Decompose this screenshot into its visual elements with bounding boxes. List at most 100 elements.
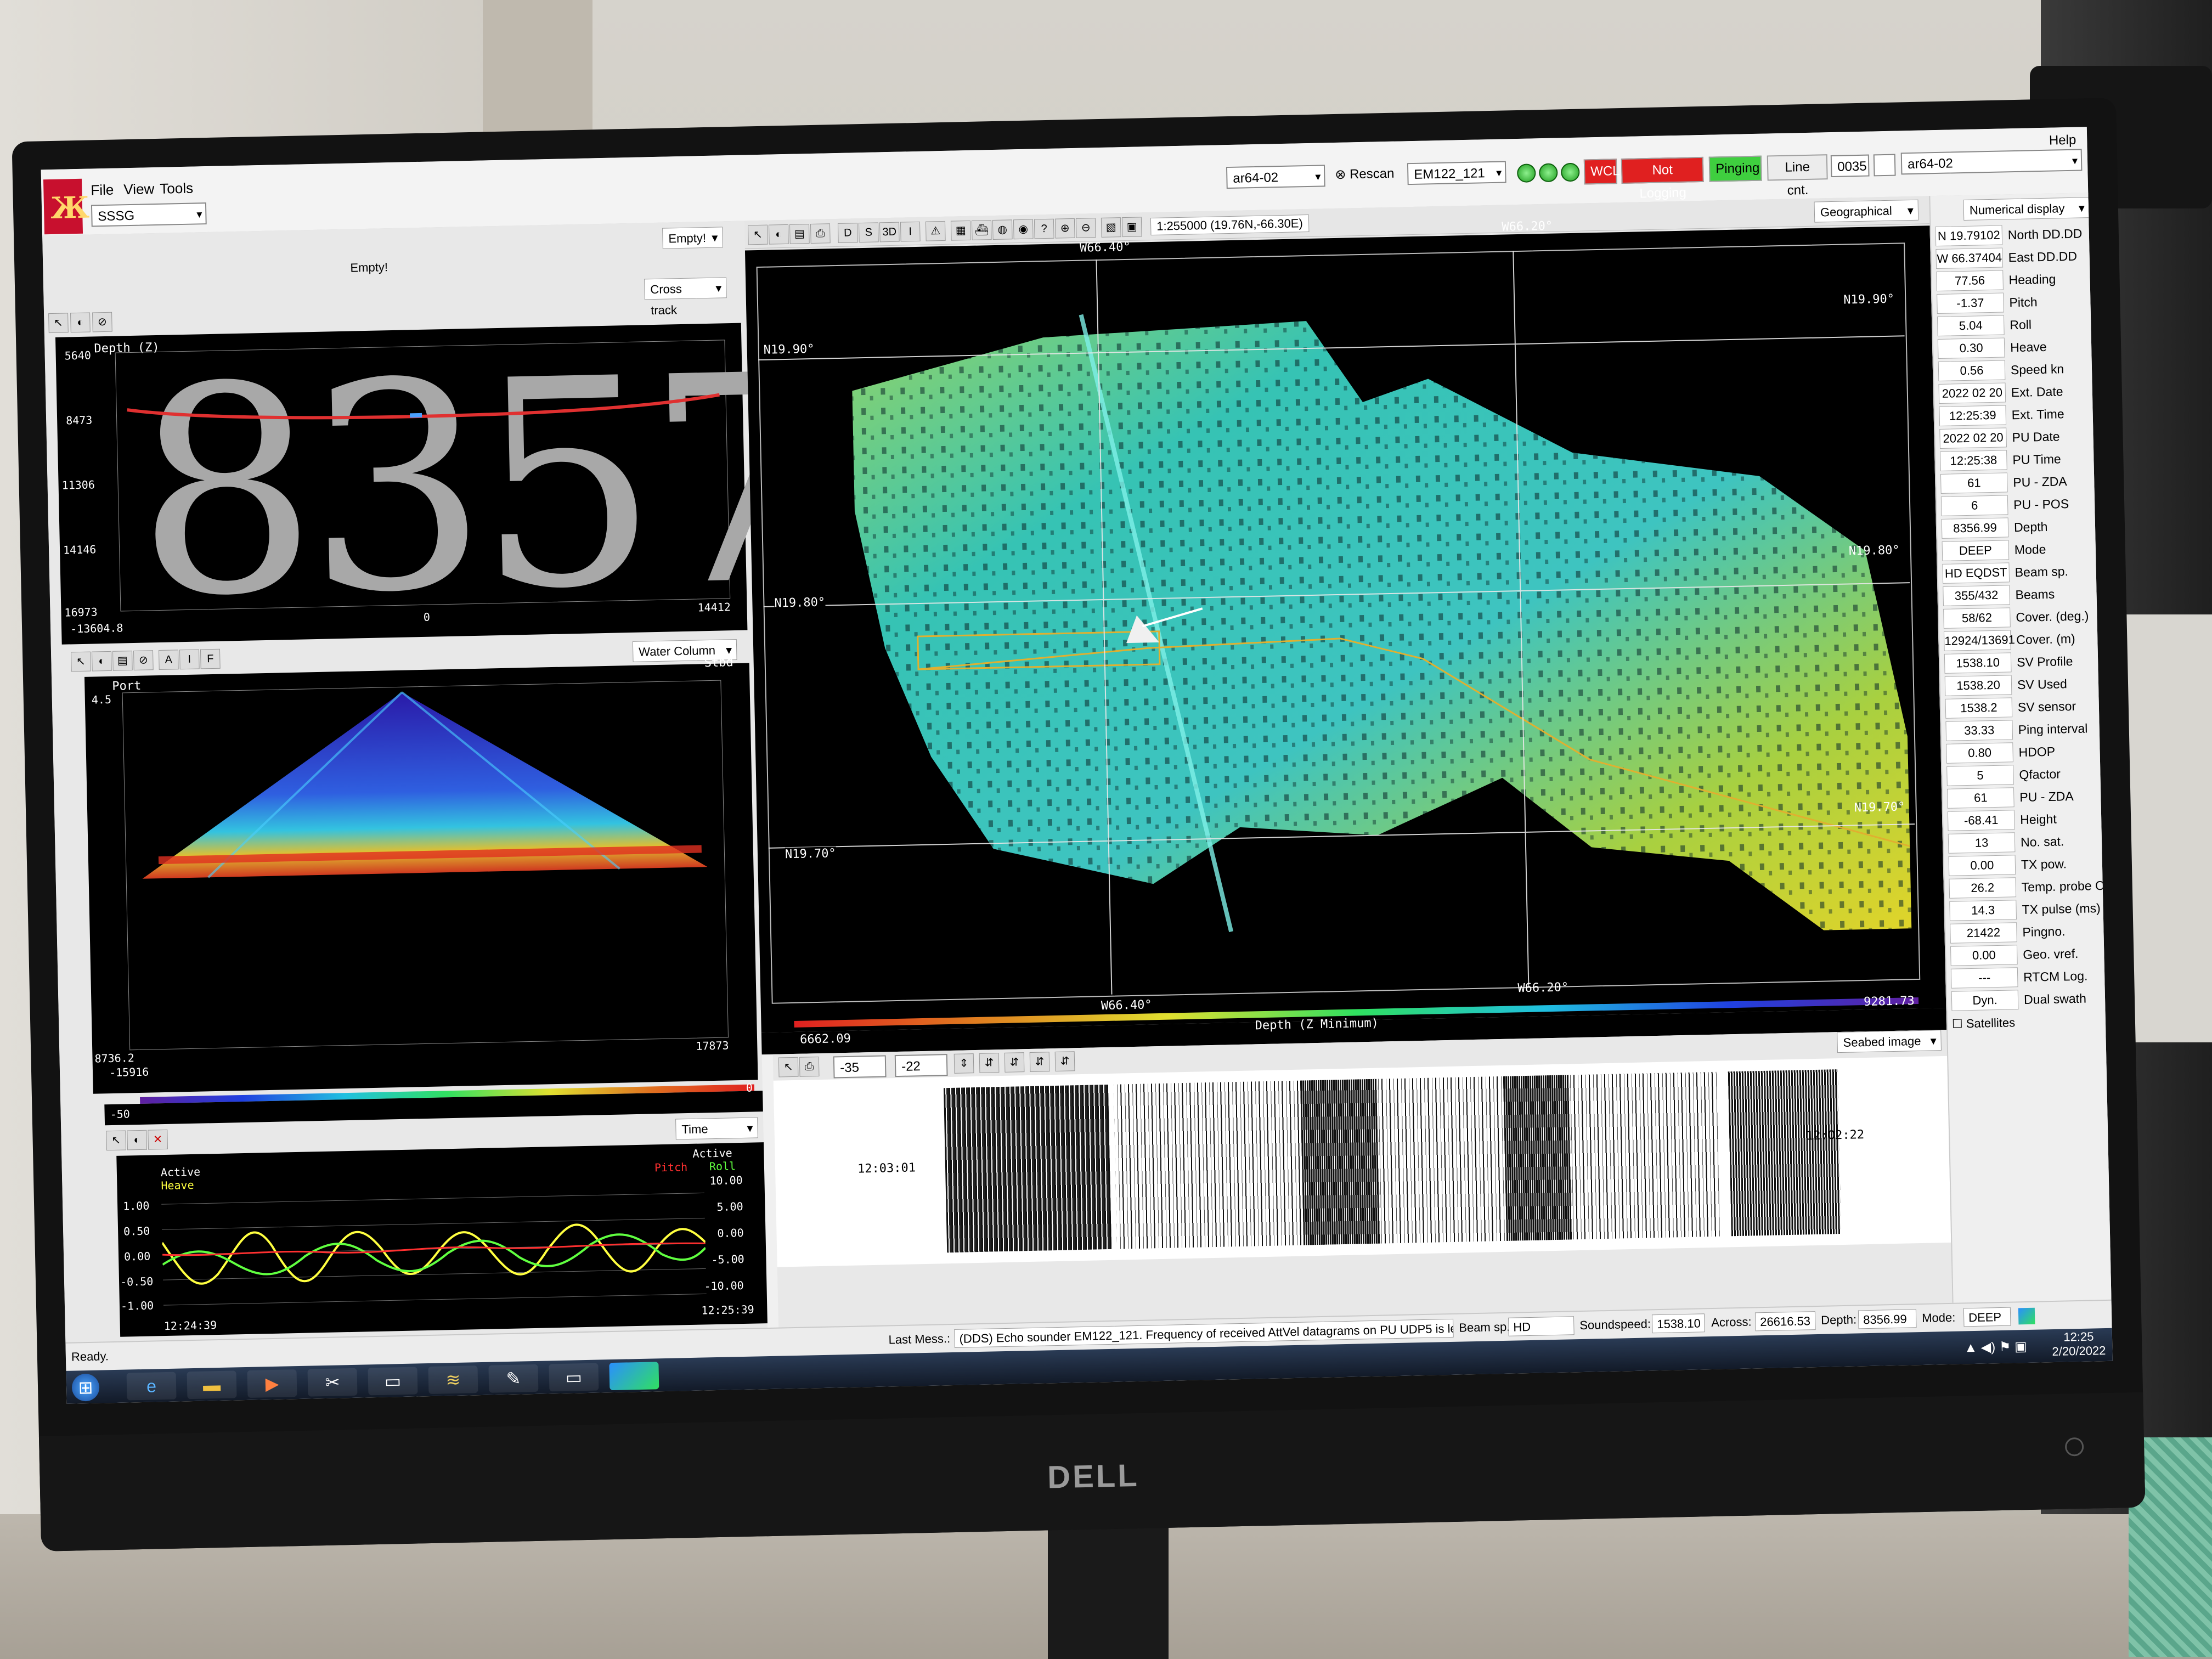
view-s-button[interactable]: S	[858, 222, 879, 243]
view-d-button[interactable]: D	[837, 223, 858, 243]
numerical-row: 355/432Beams▾	[1943, 582, 2113, 609]
menu-view[interactable]: View	[123, 180, 155, 198]
select-tool-icon[interactable]: ↖	[747, 224, 768, 245]
window-app-icon[interactable]: ▭	[368, 1367, 418, 1396]
dell-logo: DELL	[1047, 1457, 1140, 1496]
arrows-1-icon[interactable]: ⇵	[979, 1053, 1000, 1073]
numerical-row: 26.2Temp. probe C▾	[1949, 874, 2112, 901]
file-explorer-icon[interactable]: ▬	[187, 1370, 237, 1400]
sis-app-icon[interactable]: ≋	[428, 1365, 478, 1395]
zoom-out-icon[interactable]: ⊖	[1075, 218, 1096, 238]
layer-toggle-icon[interactable]: ▧	[1101, 217, 1121, 238]
clear-tool-icon[interactable]: ⊘	[133, 650, 154, 671]
seabed-image-dropdown[interactable]: Seabed image	[1837, 1030, 1942, 1053]
view-i-button[interactable]: I	[900, 221, 921, 242]
print-tool-icon[interactable]: ⎙	[810, 223, 831, 244]
numerical-label: Ping interval	[2018, 721, 2088, 737]
map-app-icon[interactable]	[609, 1362, 659, 1391]
seabed-stripe	[1503, 1075, 1573, 1241]
paint-icon[interactable]: ✎	[488, 1364, 539, 1393]
seabed-spin-2[interactable]: -22	[894, 1054, 948, 1077]
zoom-in-icon[interactable]: ⊕	[1054, 218, 1075, 239]
select-tool-icon[interactable]: ↖	[71, 651, 91, 672]
wcl-button[interactable]: WCL	[1583, 159, 1620, 185]
seabed-spin-1[interactable]: -35	[833, 1055, 887, 1079]
numerical-row: 77.56Heading▾	[1936, 267, 2113, 294]
system-select[interactable]: ar64-02 ▾	[1226, 165, 1325, 189]
arrows-3-icon[interactable]: ⇵	[1029, 1052, 1050, 1072]
numerical-value: 0.00	[1950, 945, 2018, 966]
help-tool-icon[interactable]: ?	[1034, 218, 1054, 239]
depth-profile-panel: Depth (Z) 8357 5640 8473 11306 14146 169…	[55, 313, 821, 660]
tray-icons[interactable]: ▲ ◀) ⚑ ▣	[1964, 1339, 2027, 1356]
numerical-label: Roll	[2010, 317, 2032, 332]
snipping-tool-icon[interactable]: ✂	[307, 1368, 358, 1397]
expand-vertical-icon[interactable]: ⇕	[953, 1053, 974, 1074]
numerical-row: 61PU - ZDA▾	[1940, 470, 2113, 496]
clear-tool-icon[interactable]: ✕	[148, 1129, 168, 1150]
port-label: Port	[112, 679, 142, 693]
select-tool-icon[interactable]: ↖	[106, 1130, 127, 1151]
right-system-select[interactable]: ar64-02 ▾	[1900, 149, 2083, 175]
numerical-display-dropdown[interactable]: Numerical display	[1963, 197, 2090, 221]
arrows-4-icon[interactable]: ⇵	[1054, 1051, 1075, 1071]
menu-file[interactable]: File	[91, 182, 114, 199]
window-app-icon-2[interactable]: ▭	[549, 1363, 599, 1392]
internet-explorer-icon[interactable]: e	[126, 1372, 177, 1401]
seabed-time-left: 12:03:01	[857, 1161, 916, 1176]
grid-tool-icon[interactable]: ▦	[950, 220, 971, 241]
numerical-label: Mode	[2014, 541, 2046, 557]
numerical-row: 12:25:38PU Time▾	[1940, 447, 2113, 474]
numerical-row: 2022 02 20PU Date▾	[1939, 425, 2113, 452]
layers-tool-icon[interactable]: ▤	[112, 651, 133, 671]
tool-f-button[interactable]: F	[200, 648, 221, 669]
media-player-icon[interactable]: ▶	[247, 1369, 297, 1398]
numerical-label: PU Date	[2012, 429, 2060, 445]
palette-tool-icon[interactable]: ◐	[768, 224, 789, 245]
layers-tool-icon[interactable]: ▤	[789, 224, 810, 244]
palette-tool-icon[interactable]: ◐	[127, 1130, 148, 1150]
numerical-value: 0.80	[1946, 742, 2013, 764]
rescan-button[interactable]: ⊗ Rescan	[1335, 166, 1395, 183]
measure-tool-icon[interactable]: ⚠	[925, 221, 946, 241]
globe-2-tool-icon[interactable]: ◉	[1013, 219, 1034, 240]
time-series-dropdown[interactable]: Time series	[675, 1117, 758, 1157]
tool-i-button[interactable]: I	[179, 649, 200, 670]
print-tool-icon[interactable]: ⎙	[799, 1057, 820, 1077]
line-count-checkbox[interactable]	[1873, 154, 1896, 177]
vessel-select[interactable]: SSSG ▾	[91, 202, 207, 227]
numerical-row: 1538.20SV Used▾	[1944, 672, 2113, 699]
ts-y-left: -1.00	[120, 1299, 154, 1313]
sounder-select[interactable]: EM122_121 ▾	[1407, 161, 1506, 185]
pinging-button[interactable]: Pinging	[1708, 155, 1762, 182]
line-count-field[interactable]: 0035	[1830, 154, 1870, 178]
ship-tool-icon[interactable]: ⛴	[971, 220, 992, 240]
view-3d-button[interactable]: 3D	[879, 222, 900, 242]
numerical-label: Cover. (deg.)	[2016, 608, 2089, 625]
panel-view-dropdown[interactable]: Empty!	[662, 227, 723, 249]
cross-track-dropdown[interactable]: Cross track	[644, 277, 727, 317]
palette-tool-icon[interactable]: ◐	[92, 651, 112, 672]
select-tool-icon[interactable]: ↖	[48, 313, 69, 334]
numerical-label: RTCM Log.	[2023, 968, 2088, 984]
satellites-checkbox[interactable]: ☐ Satellites	[1952, 1015, 2016, 1031]
tool-a-button[interactable]: A	[158, 650, 179, 670]
status-map-icon[interactable]	[2018, 1307, 2035, 1325]
windows-start-icon[interactable]: ⊞	[71, 1373, 100, 1402]
clear-tool-icon[interactable]: ⊘	[92, 312, 112, 332]
numerical-row: ---RTCM Log.▾	[1950, 964, 2113, 991]
numerical-label: TX pulse (ms)	[2022, 901, 2101, 917]
left-column: Empty! Empty! Cross track ↖ ◐ ⊘ Depth (Z…	[42, 221, 821, 1342]
clock[interactable]: 12:25 2/20/2022	[2052, 1329, 2106, 1359]
geographical-dropdown[interactable]: Geographical	[1814, 199, 1919, 223]
menu-tools[interactable]: Tools	[160, 180, 193, 198]
power-button-icon[interactable]	[2064, 1437, 2084, 1457]
menu-help[interactable]: Help	[2049, 133, 2076, 149]
image-tool-icon[interactable]: ▣	[1121, 217, 1142, 238]
select-tool-icon[interactable]: ↖	[778, 1057, 799, 1077]
globe-tool-icon[interactable]: ◍	[992, 219, 1013, 240]
arrows-2-icon[interactable]: ⇵	[1004, 1052, 1025, 1073]
depth-y-tick: 8473	[65, 413, 93, 427]
logging-button[interactable]: Not Logging	[1621, 156, 1704, 201]
palette-tool-icon[interactable]: ◐	[70, 312, 91, 333]
